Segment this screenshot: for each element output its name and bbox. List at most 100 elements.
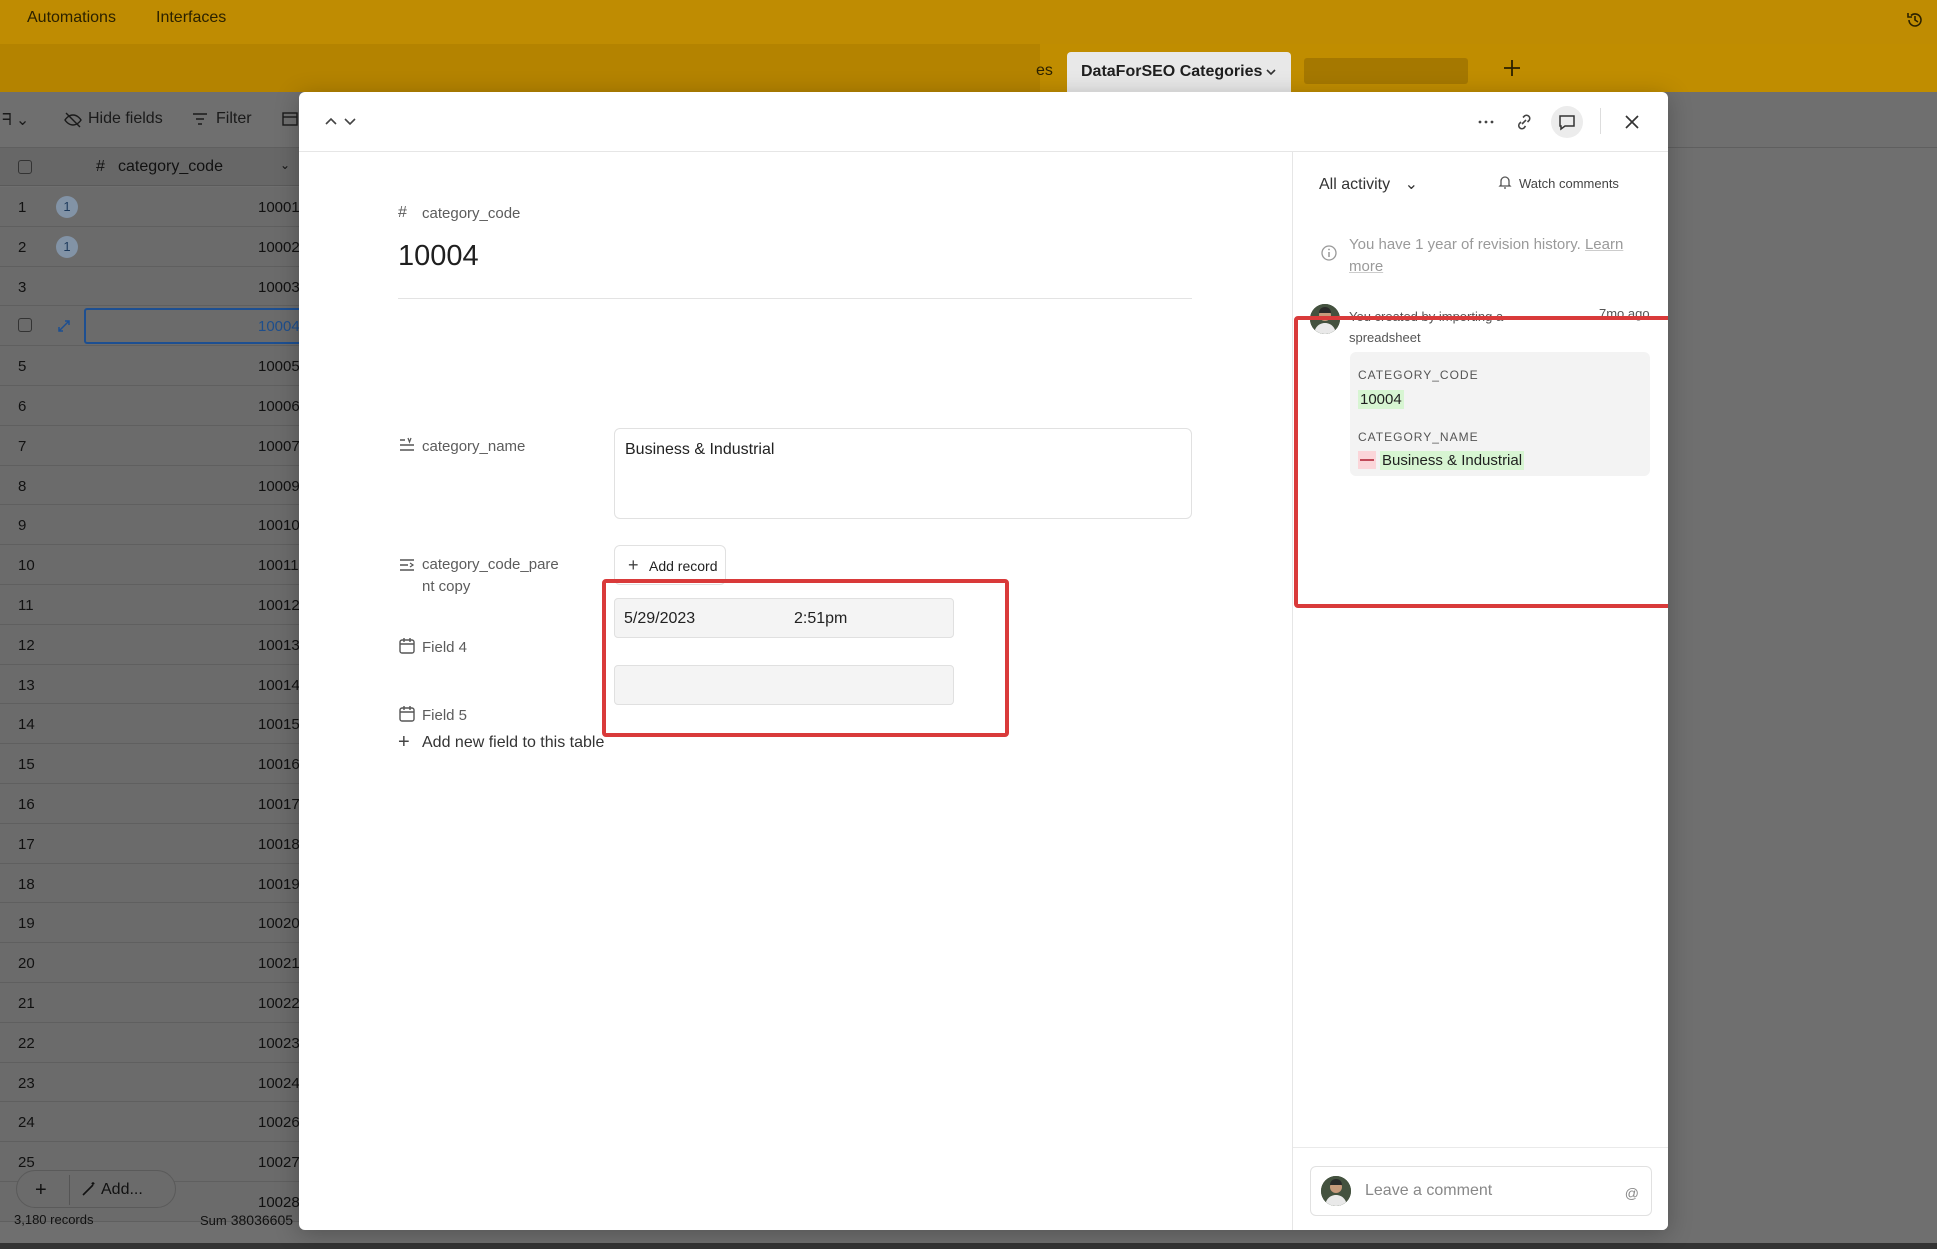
bottom-edge (0, 1243, 1937, 1249)
table-row[interactable]: 18 10019 (0, 863, 300, 904)
comment-count-badge[interactable]: 1 (56, 235, 78, 258)
category-code-cell[interactable]: 10010 (258, 517, 300, 534)
view-switcher-icon[interactable]: ᖷ ⌄ (2, 110, 29, 130)
category-code-cell[interactable]: 10017 (258, 796, 300, 813)
group-icon[interactable] (282, 112, 298, 126)
row-number: 20 (18, 955, 35, 973)
nav-automations[interactable]: Automations (27, 9, 116, 27)
row-number: 19 (18, 915, 35, 933)
table-row[interactable]: 11 10012 (0, 584, 300, 625)
add-button-label: Add... (101, 1181, 143, 1198)
primary-field-value[interactable]: 10004 (398, 240, 479, 273)
table-row[interactable]: 3 10003 (0, 266, 300, 307)
row-checkbox[interactable] (18, 318, 32, 333)
add-record-pill[interactable]: + Add... (16, 1170, 176, 1208)
category-code-cell[interactable]: 10001 (258, 199, 300, 216)
category-code-cell[interactable]: 10013 (258, 637, 300, 654)
comments-toggle-icon[interactable] (1551, 106, 1583, 138)
category-code-cell[interactable]: 10002 (258, 239, 300, 256)
learn-more-link[interactable]: Learn (1585, 236, 1623, 253)
tab-partial[interactable]: es (1036, 62, 1053, 80)
category-code-cell[interactable]: 10004 (258, 318, 300, 335)
row-number: 8 (18, 477, 27, 495)
more-options-icon[interactable] (1475, 111, 1497, 133)
category-code-cell[interactable]: 10012 (258, 597, 300, 614)
category-code-cell[interactable]: 10026 (258, 1114, 300, 1131)
table-row[interactable]: 17 10018 (0, 823, 300, 864)
table-row[interactable]: 2 1 10002 (0, 226, 300, 267)
chevron-down-icon: ⌄ (1404, 176, 1418, 193)
history-icon[interactable] (1905, 10, 1925, 30)
table-row[interactable]: 21 10022 (0, 982, 300, 1023)
table-row[interactable]: 12 10013 (0, 624, 300, 665)
learn-more-link-cont[interactable]: more (1349, 258, 1383, 275)
category-code-cell[interactable]: 10007 (258, 438, 300, 455)
category-code-cell[interactable]: 10023 (258, 1035, 300, 1052)
category-code-cell[interactable]: 10019 (258, 876, 300, 893)
category-code-cell[interactable]: 10005 (258, 358, 300, 375)
category-code-cell[interactable]: 10024 (258, 1075, 300, 1092)
category-code-cell[interactable]: 10011 (258, 557, 299, 574)
table-row[interactable]: 6 10006 (0, 385, 300, 426)
table-row[interactable]: 14 10015 (0, 704, 300, 745)
category-code-cell[interactable]: 10015 (258, 716, 300, 733)
tab-dataforseo-categories[interactable]: DataForSEO Categories (1067, 52, 1291, 92)
activity-filter-dropdown[interactable]: All activity ⌄ (1319, 174, 1418, 194)
mention-icon[interactable]: @ (1625, 1185, 1639, 1201)
table-row[interactable]: 5 10005 (0, 346, 300, 386)
chevron-down-icon[interactable]: ⌄ (280, 158, 290, 172)
row-number: 5 (18, 358, 27, 376)
table-row[interactable]: 8 10009 (0, 465, 300, 506)
row-number: 14 (18, 716, 35, 734)
plus-icon[interactable]: + (35, 1179, 47, 1202)
column-header-label[interactable]: category_code (118, 158, 223, 176)
add-tab-icon[interactable] (1500, 56, 1524, 80)
watch-comments-button[interactable]: Watch comments (1498, 176, 1619, 191)
table-row[interactable]: 15 10016 (0, 744, 300, 784)
category-name-textarea[interactable]: Business & Industrial (614, 428, 1192, 519)
table-row[interactable]: 16 10017 (0, 783, 300, 824)
category-code-cell[interactable]: 10022 (258, 995, 300, 1012)
grid-rows: 1 1 10001 2 1 10002 3 10003 10004 5 10005 6 10006 7 10… (0, 187, 304, 1222)
table-row[interactable]: 19 10020 (0, 903, 300, 944)
filter-button[interactable]: Filter (216, 110, 252, 128)
tab-hidden[interactable] (1304, 58, 1468, 84)
comment-input[interactable]: Leave a comment @ (1310, 1166, 1652, 1216)
table-row[interactable]: 7 10007 (0, 425, 300, 466)
row-number: 24 (18, 1114, 35, 1132)
table-row[interactable]: 9 10010 (0, 505, 300, 546)
table-row[interactable]: 13 10014 (0, 664, 300, 705)
table-row[interactable]: 20 10021 (0, 943, 300, 983)
copy-link-icon[interactable] (1513, 111, 1535, 133)
category-code-cell[interactable]: 10009 (258, 478, 300, 495)
category-code-cell[interactable]: 10021 (258, 955, 300, 972)
category-code-cell[interactable]: 10006 (258, 398, 300, 415)
table-row[interactable]: 10 10011 (0, 545, 300, 585)
plus-icon: + (628, 555, 639, 575)
table-row[interactable]: 22 10023 (0, 1022, 300, 1063)
comment-count-badge[interactable]: 1 (56, 196, 78, 218)
category-code-cell[interactable]: 10014 (258, 677, 300, 694)
close-icon[interactable] (1621, 111, 1643, 133)
hide-fields-button[interactable]: Hide fields (88, 110, 163, 128)
category-code-cell[interactable]: 10016 (258, 756, 300, 773)
next-record-icon[interactable] (339, 110, 361, 132)
nav-interfaces[interactable]: Interfaces (156, 9, 226, 27)
row-number: 1 (18, 199, 27, 216)
table-row[interactable]: 23 10024 (0, 1062, 300, 1103)
add-new-field-button[interactable]: + Add new field to this table (398, 731, 604, 753)
table-row[interactable]: 1 1 10001 (0, 187, 300, 227)
parent-field-label-line1: category_code_pare (422, 556, 559, 573)
table-row[interactable]: 10004 (0, 306, 304, 347)
select-all-checkbox[interactable] (18, 160, 32, 174)
category-code-cell[interactable]: 10018 (258, 836, 300, 853)
row-number: 12 (18, 636, 35, 654)
chevron-down-icon (1266, 69, 1276, 76)
expand-record-icon[interactable] (56, 318, 72, 334)
table-row[interactable]: 24 10026 (0, 1102, 300, 1143)
category-code-cell[interactable]: 10003 (258, 279, 300, 296)
category-code-cell[interactable]: 10020 (258, 915, 300, 932)
category-code-cell[interactable]: 10027 (258, 1154, 300, 1171)
row-number: 17 (18, 835, 35, 853)
sum-summary[interactable]: Sum 38036605 (200, 1212, 293, 1228)
